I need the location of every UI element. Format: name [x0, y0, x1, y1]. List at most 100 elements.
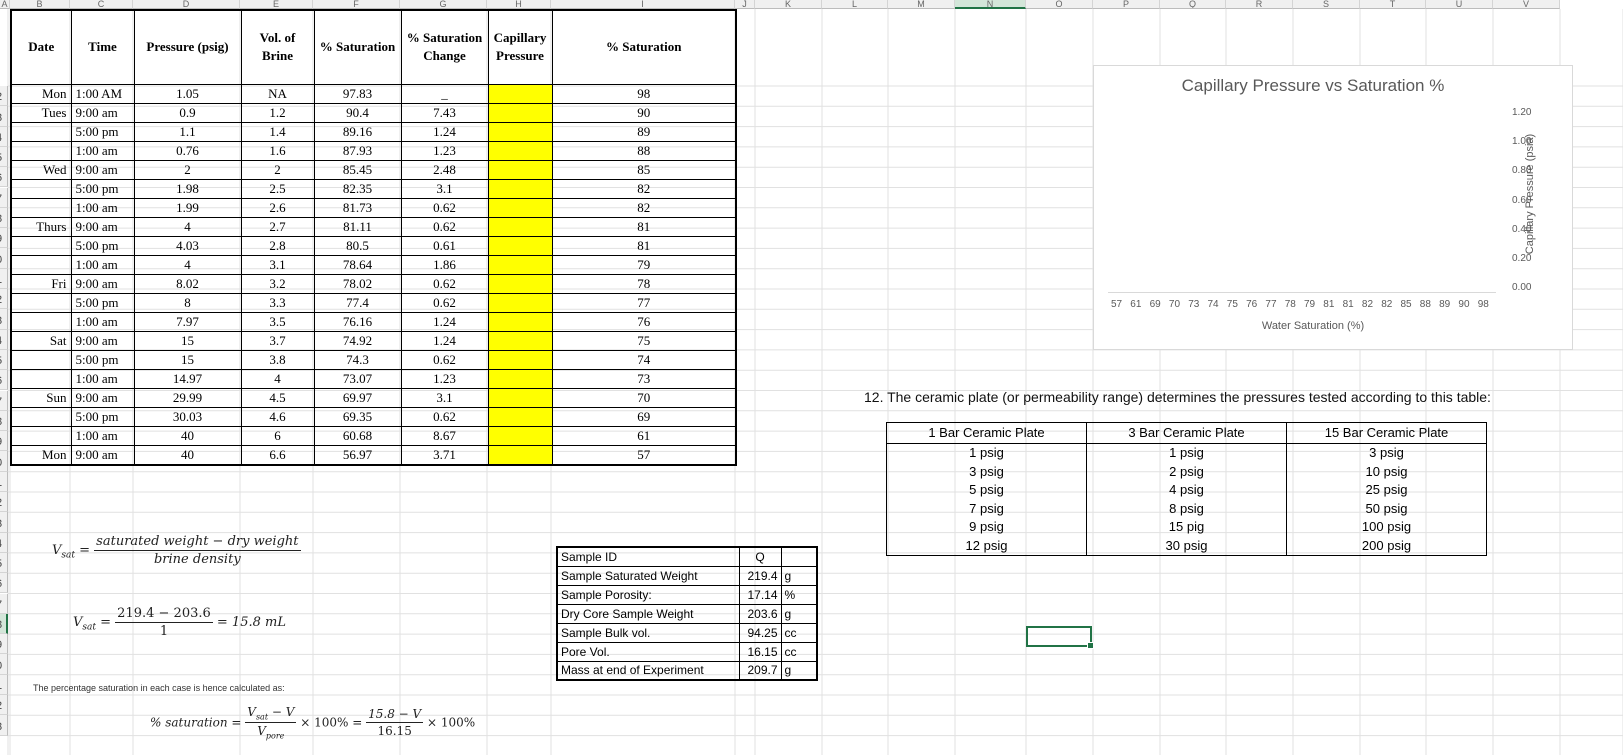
sample-label-cell[interactable]: Dry Core Sample Weight	[556, 603, 740, 624]
saturation-cell[interactable]: 80.5	[313, 235, 402, 256]
saturation-change-cell[interactable]: 0.62	[400, 197, 489, 218]
row-header[interactable]: 7	[0, 187, 8, 208]
formula-percent-saturation[interactable]: % saturation = Vsat − V Vpore × 100% = 1…	[150, 705, 475, 741]
vol-brine-cell[interactable]: 1.6	[240, 140, 315, 161]
column-header-n[interactable]: N	[955, 0, 1026, 9]
date-cell[interactable]	[10, 121, 72, 142]
ceramic-cell[interactable]: 50 psig	[1286, 499, 1487, 518]
ceramic-cell[interactable]: 8 psig	[1086, 499, 1287, 518]
ceramic-cell[interactable]: 1 psig	[886, 443, 1087, 463]
capillary-pressure-cell[interactable]	[487, 83, 553, 104]
row-header[interactable]: 4	[0, 532, 8, 553]
sample-unit-cell[interactable]: g	[780, 565, 818, 586]
row-header[interactable]: 3	[0, 106, 8, 127]
header-saturation-change[interactable]: % Saturation Change	[400, 9, 489, 85]
pressure-cell[interactable]: 1.1	[133, 121, 242, 142]
time-cell[interactable]: 9:00 am	[70, 273, 135, 294]
column-header-q[interactable]: Q	[1160, 0, 1226, 9]
capillary-pressure-cell[interactable]	[487, 330, 553, 351]
formula-vsat-calculation[interactable]: Vsat = 219.4 − 203.6 1 = 15.8 mL	[73, 606, 286, 639]
vol-brine-cell[interactable]: 2.8	[240, 235, 315, 256]
saturation-rounded-cell[interactable]: 74	[551, 349, 737, 370]
row-header[interactable]: 3	[0, 309, 8, 330]
sample-value-cell[interactable]: 17.14	[738, 584, 782, 605]
row-header[interactable]: 9	[0, 431, 8, 452]
saturation-change-cell[interactable]: 3.1	[400, 387, 489, 408]
ceramic-cell[interactable]: 30 psig	[1086, 536, 1287, 556]
saturation-rounded-cell[interactable]: 78	[551, 273, 737, 294]
row-header[interactable]: 7	[0, 390, 8, 411]
sample-value-cell[interactable]: 219.4	[738, 565, 782, 586]
row-header[interactable]: 8	[0, 207, 8, 229]
pressure-cell[interactable]: 1.98	[133, 178, 242, 199]
saturation-change-cell[interactable]: 0.61	[400, 235, 489, 256]
ceramic-cell[interactable]: 7 psig	[886, 499, 1087, 518]
capillary-pressure-cell[interactable]	[487, 292, 553, 313]
sample-unit-cell[interactable]: cc	[780, 622, 818, 643]
column-header-l[interactable]: L	[822, 0, 888, 9]
column-header-f[interactable]: F	[313, 0, 400, 9]
saturation-cell[interactable]: 78.64	[313, 254, 402, 275]
row-header[interactable]: 3	[0, 715, 8, 736]
saturation-change-cell[interactable]: 0.62	[400, 292, 489, 313]
vol-brine-cell[interactable]: 2.5	[240, 178, 315, 199]
date-cell[interactable]	[10, 140, 72, 161]
saturation-rounded-cell[interactable]: 76	[551, 311, 737, 332]
ceramic-cell[interactable]: 25 psig	[1286, 481, 1487, 500]
capillary-pressure-cell[interactable]	[487, 425, 553, 446]
time-cell[interactable]: 5:00 pm	[70, 406, 135, 427]
column-header-h[interactable]: H	[487, 0, 551, 9]
pressure-cell[interactable]: 4	[133, 216, 242, 237]
ceramic-header-15bar[interactable]: 15 Bar Ceramic Plate	[1286, 422, 1487, 444]
saturation-rounded-cell[interactable]: 73	[551, 368, 737, 389]
saturation-cell[interactable]: 89.16	[313, 121, 402, 142]
time-cell[interactable]: 5:00 pm	[70, 292, 135, 313]
pressure-cell[interactable]: 40	[133, 425, 242, 446]
ceramic-cell[interactable]: 3 psig	[886, 462, 1087, 481]
header-vol-brine[interactable]: Vol. of Brine	[240, 9, 315, 85]
saturation-cell[interactable]: 69.35	[313, 406, 402, 427]
vol-brine-cell[interactable]: 3.3	[240, 292, 315, 313]
column-header-r[interactable]: R	[1226, 0, 1293, 9]
row-header[interactable]: 0	[0, 451, 8, 472]
row-header[interactable]: 9	[0, 634, 8, 655]
saturation-cell[interactable]: 81.73	[313, 197, 402, 218]
date-cell[interactable]	[10, 292, 72, 313]
row-header[interactable]: 2	[0, 86, 8, 107]
pressure-cell[interactable]: 7.97	[133, 311, 242, 332]
saturation-cell[interactable]: 76.16	[313, 311, 402, 332]
ceramic-cell[interactable]: 15 pig	[1086, 518, 1287, 537]
column-header-k[interactable]: K	[755, 0, 822, 9]
pressure-cell[interactable]: 1.05	[133, 83, 242, 104]
vol-brine-cell[interactable]: 2.6	[240, 197, 315, 218]
capillary-pressure-cell[interactable]	[487, 235, 553, 256]
saturation-rounded-cell[interactable]: 81	[551, 216, 737, 237]
header-capillary-pressure[interactable]: Capillary Pressure	[487, 9, 553, 85]
ceramic-plate-description[interactable]: 12. The ceramic plate (or permeability r…	[864, 389, 1491, 405]
sample-value-cell[interactable]: 203.6	[738, 603, 782, 624]
header-saturation[interactable]: % Saturation	[313, 9, 402, 85]
sample-label-cell[interactable]: Mass at end of Experiment	[556, 660, 740, 681]
ceramic-cell[interactable]: 9 psig	[886, 518, 1087, 537]
saturation-rounded-cell[interactable]: 75	[551, 330, 737, 351]
vol-brine-cell[interactable]: 3.8	[240, 349, 315, 370]
ceramic-cell[interactable]: 100 psig	[1286, 518, 1487, 537]
capillary-pressure-cell[interactable]	[487, 121, 553, 142]
capillary-pressure-cell[interactable]	[487, 178, 553, 199]
pressure-cell[interactable]: 1.99	[133, 197, 242, 218]
time-cell[interactable]: 5:00 pm	[70, 349, 135, 370]
capillary-pressure-chart[interactable]: Capillary Pressure vs Saturation % 0.00 0…	[1093, 65, 1573, 350]
capillary-pressure-cell[interactable]	[487, 254, 553, 275]
vol-brine-cell[interactable]: 1.2	[240, 102, 315, 123]
saturation-change-cell[interactable]: 0.62	[400, 216, 489, 237]
vol-brine-cell[interactable]: 2.7	[240, 216, 315, 237]
row-header[interactable]: 3	[0, 512, 8, 533]
saturation-rounded-cell[interactable]: 98	[551, 83, 737, 104]
column-header-e[interactable]: E	[240, 0, 313, 9]
ceramic-cell[interactable]: 1 psig	[1086, 443, 1287, 463]
saturation-cell[interactable]: 56.97	[313, 444, 402, 465]
saturation-change-cell[interactable]: 3.71	[400, 444, 489, 465]
time-cell[interactable]: 9:00 am	[70, 444, 135, 465]
ceramic-cell[interactable]: 2 psig	[1086, 462, 1287, 481]
time-cell[interactable]: 1:00 am	[70, 140, 135, 161]
